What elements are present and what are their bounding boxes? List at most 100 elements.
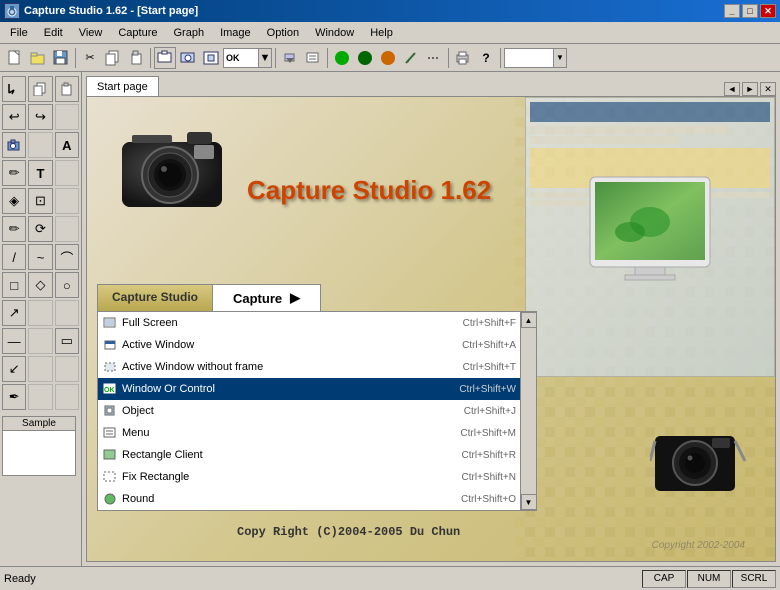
- menu-row-menu[interactable]: Menu Ctrl+Shift+M: [98, 422, 520, 444]
- lt-empty7[interactable]: [55, 300, 79, 326]
- tb-paste[interactable]: [125, 47, 147, 69]
- menu-capture[interactable]: Capture: [110, 23, 165, 43]
- dropdown-container: Full Screen Ctrl+Shift+F Active Window C…: [97, 311, 537, 511]
- tb-help[interactable]: ?: [475, 47, 497, 69]
- lt-dash-line[interactable]: —: [2, 328, 26, 354]
- tb-save[interactable]: [50, 47, 72, 69]
- lt-pen2[interactable]: ✒: [2, 384, 26, 410]
- tb-color-darkgreen[interactable]: [354, 47, 376, 69]
- ok-combo-arrow[interactable]: ▼: [258, 48, 272, 68]
- lt-undo[interactable]: ↩: [2, 104, 26, 130]
- tb-capture-2[interactable]: [177, 47, 199, 69]
- lt-rotate[interactable]: ⟳: [28, 216, 52, 242]
- activewindow-icon: [102, 337, 118, 353]
- lt-line[interactable]: /: [2, 244, 26, 270]
- lt-empty5[interactable]: [55, 216, 79, 242]
- tb-text-arrow[interactable]: ▼: [553, 48, 567, 68]
- menu-window[interactable]: Window: [307, 23, 362, 43]
- lt-row-10: — ▭: [2, 328, 79, 354]
- menu-scrollbar[interactable]: ▲ ▼: [521, 311, 537, 511]
- lt-empty3[interactable]: [55, 160, 79, 186]
- tb-capture-3[interactable]: [200, 47, 222, 69]
- menu-label: Menu: [122, 427, 460, 439]
- lt-empty10[interactable]: [55, 356, 79, 382]
- lt-text-a[interactable]: A: [55, 132, 79, 158]
- tb-menu-btn[interactable]: [302, 47, 324, 69]
- menu-graph[interactable]: Graph: [166, 23, 213, 43]
- tb-dash[interactable]: [423, 47, 445, 69]
- lt-arc[interactable]: ⌒: [55, 244, 79, 270]
- lt-pencil[interactable]: ✏: [2, 160, 26, 186]
- lt-crosshair[interactable]: ◈: [2, 188, 26, 214]
- lt-copy-paste[interactable]: [28, 76, 52, 102]
- tab-next[interactable]: ►: [742, 82, 758, 96]
- tb-new[interactable]: [4, 47, 26, 69]
- tb-color-orange[interactable]: [377, 47, 399, 69]
- lt-redo[interactable]: ↪: [28, 104, 52, 130]
- tab-close[interactable]: ✕: [760, 82, 776, 96]
- close-button[interactable]: ✕: [760, 4, 776, 18]
- scroll-down[interactable]: ▼: [521, 494, 537, 510]
- lt-empty9[interactable]: [28, 356, 52, 382]
- title-bar: Capture Studio 1.62 - [Start page] _ □ ✕: [0, 0, 780, 22]
- menu-row-round[interactable]: Round Ctrl+Shift+O: [98, 488, 520, 510]
- nav-tab-capture-btn[interactable]: Capture ▶: [213, 284, 321, 311]
- toolbar-sep-5: [448, 48, 449, 68]
- scroll-track: [521, 328, 536, 494]
- scroll-up[interactable]: ▲: [521, 312, 537, 328]
- lt-arrow-diag[interactable]: ↙: [2, 356, 26, 382]
- menu-row-fixrect[interactable]: Fix Rectangle Ctrl+Shift+N: [98, 466, 520, 488]
- lt-strip[interactable]: ▭: [55, 328, 79, 354]
- menu-edit[interactable]: Edit: [36, 23, 71, 43]
- toolbar: ✂ OK ▼ ?: [0, 44, 780, 72]
- menu-row-object[interactable]: Object Ctrl+Shift+J: [98, 400, 520, 422]
- tab-prev[interactable]: ◄: [724, 82, 740, 96]
- menu-row-rectclient[interactable]: Rectangle Client Ctrl+Shift+R: [98, 444, 520, 466]
- tb-copy[interactable]: [102, 47, 124, 69]
- lt-dotted-rect[interactable]: ⊡: [28, 188, 52, 214]
- activewindow-shortcut: Ctrl+Shift+A: [462, 340, 516, 351]
- lt-ellipse[interactable]: ○: [55, 272, 79, 298]
- tb-print[interactable]: [452, 47, 474, 69]
- noframe-shortcut: Ctrl+Shift+T: [463, 362, 516, 373]
- lt-empty6[interactable]: [28, 300, 52, 326]
- lt-diamond[interactable]: ◇: [28, 272, 52, 298]
- ok-combo[interactable]: OK: [223, 48, 259, 68]
- lt-select[interactable]: [2, 76, 26, 102]
- menu-file[interactable]: File: [2, 23, 36, 43]
- lt-empty1[interactable]: [55, 104, 79, 130]
- lt-clipboard[interactable]: [55, 76, 79, 102]
- lt-empty8[interactable]: [28, 328, 52, 354]
- tb-color-green[interactable]: [331, 47, 353, 69]
- menu-view[interactable]: View: [71, 23, 111, 43]
- tab-start-page[interactable]: Start page: [86, 76, 159, 96]
- tb-open[interactable]: [27, 47, 49, 69]
- menu-row-fullscreen[interactable]: Full Screen Ctrl+Shift+F: [98, 312, 520, 334]
- menu-option[interactable]: Option: [259, 23, 307, 43]
- tb-cut[interactable]: ✂: [79, 47, 101, 69]
- tb-text-input[interactable]: [504, 48, 554, 68]
- nav-tab-capture-studio[interactable]: Capture Studio: [97, 284, 213, 311]
- tab-bar: Start page ◄ ► ✕: [82, 72, 780, 96]
- menu-help[interactable]: Help: [362, 23, 401, 43]
- tb-arrow-down[interactable]: [279, 47, 301, 69]
- lt-brush[interactable]: ✏: [2, 216, 26, 242]
- lt-text-t[interactable]: T: [28, 160, 52, 186]
- lt-empty12[interactable]: [55, 384, 79, 410]
- lt-camera[interactable]: [2, 132, 26, 158]
- lt-arrow-right[interactable]: ↗: [2, 300, 26, 326]
- lt-rect[interactable]: □: [2, 272, 26, 298]
- lt-empty2[interactable]: [28, 132, 52, 158]
- minimize-button[interactable]: _: [724, 4, 740, 18]
- maximize-button[interactable]: □: [742, 4, 758, 18]
- lt-empty11[interactable]: [28, 384, 52, 410]
- tb-pen[interactable]: [400, 47, 422, 69]
- menu-row-activewindow[interactable]: Active Window Ctrl+Shift+A: [98, 334, 520, 356]
- menu-row-windowcontrol[interactable]: OK Window Or Control Ctrl+Shift+W: [98, 378, 520, 400]
- menu-row-noframe[interactable]: Active Window without frame Ctrl+Shift+T: [98, 356, 520, 378]
- tb-capture-1[interactable]: [154, 47, 176, 69]
- lt-empty4[interactable]: [55, 188, 79, 214]
- lt-curve[interactable]: ~: [28, 244, 52, 270]
- menu-image[interactable]: Image: [212, 23, 259, 43]
- noframe-label: Active Window without frame: [122, 361, 463, 373]
